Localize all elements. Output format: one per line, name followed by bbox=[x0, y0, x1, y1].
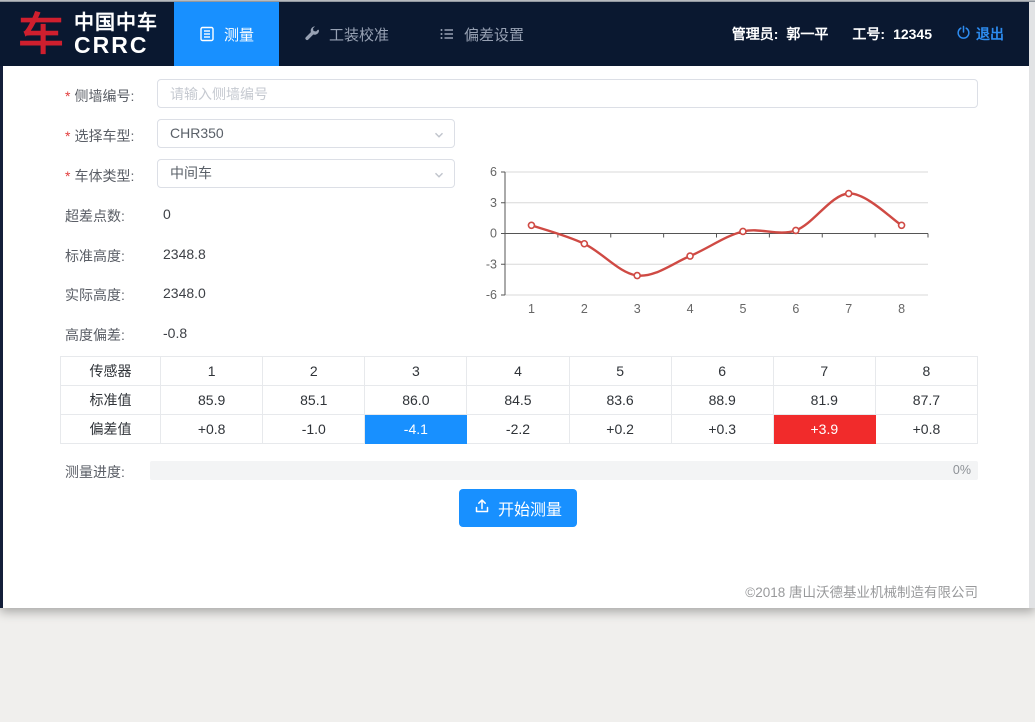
sensor-col-5: 5 bbox=[569, 357, 671, 386]
svg-text:8: 8 bbox=[898, 302, 905, 316]
required-mark: * bbox=[65, 128, 70, 144]
logout-button[interactable]: 退出 bbox=[956, 24, 1004, 44]
value-cell: 85.1 bbox=[263, 386, 365, 415]
sensor-col-8: 8 bbox=[875, 357, 977, 386]
required-mark: * bbox=[65, 88, 70, 104]
row-label-cell: 偏差值 bbox=[61, 415, 161, 444]
crrc-logo: 车 中国中车 CRRC bbox=[18, 2, 158, 66]
height-deviation-value: -0.8 bbox=[163, 325, 187, 341]
crrc-logo-emblem: 车 bbox=[18, 12, 64, 56]
body-type-label: *车体类型: bbox=[65, 166, 134, 186]
vehicle-model-value: CHR350 bbox=[170, 125, 224, 141]
standard-height-value: 2348.8 bbox=[163, 246, 206, 262]
svg-text:5: 5 bbox=[739, 302, 746, 316]
actual-height-label: 实际高度: bbox=[65, 285, 125, 305]
deviation-line-chart: 6 3 0 -3 -6 1 2 3 4 5 6 7 8 bbox=[470, 158, 990, 323]
progress-bar: 0% bbox=[150, 461, 978, 480]
sensor-col-4: 4 bbox=[467, 357, 569, 386]
document-icon bbox=[199, 26, 215, 42]
svg-text:3: 3 bbox=[490, 196, 497, 210]
svg-text:2: 2 bbox=[581, 302, 588, 316]
svg-text:6: 6 bbox=[792, 302, 799, 316]
chevron-down-icon bbox=[433, 129, 445, 141]
scrollbar[interactable] bbox=[1029, 2, 1035, 608]
logout-label: 退出 bbox=[976, 24, 1004, 44]
row-label-cell: 标准值 bbox=[61, 386, 161, 415]
wall-number-label: *侧墙编号: bbox=[65, 86, 134, 106]
tab-tooling-calibration[interactable]: 工装校准 bbox=[279, 2, 414, 66]
sensor-table: 传感器12345678标准值85.985.186.084.583.688.981… bbox=[60, 356, 978, 444]
value-cell: 85.9 bbox=[161, 386, 263, 415]
logo-text-cn: 中国中车 bbox=[74, 12, 158, 34]
value-cell: +0.8 bbox=[875, 415, 977, 444]
nav-tabs: 测量 工装校准 偏差设置 bbox=[174, 2, 549, 66]
over-tolerance-count-label: 超差点数: bbox=[65, 206, 125, 226]
required-mark: * bbox=[65, 168, 70, 184]
sensor-col-2: 2 bbox=[263, 357, 365, 386]
height-deviation-label: 高度偏差: bbox=[65, 325, 125, 345]
employee-id: 12345 bbox=[893, 26, 932, 42]
wall-number-input[interactable] bbox=[157, 79, 978, 108]
tab-measure-label: 测量 bbox=[224, 24, 254, 45]
value-cell: +0.3 bbox=[671, 415, 773, 444]
body-type-value: 中间车 bbox=[170, 165, 212, 181]
user-info: 管理员: 郭一平 工号: 12345 退出 bbox=[732, 2, 1004, 66]
value-cell: +3.9 bbox=[773, 415, 875, 444]
tab-measure[interactable]: 测量 bbox=[174, 2, 279, 66]
vehicle-model-label: *选择车型: bbox=[65, 126, 134, 146]
progress-label: 测量进度: bbox=[65, 462, 125, 482]
power-icon bbox=[956, 25, 971, 43]
sensor-col-7: 7 bbox=[773, 357, 875, 386]
sensor-col-3: 3 bbox=[365, 357, 467, 386]
employee-id-label: 工号: bbox=[852, 24, 885, 44]
value-cell: 88.9 bbox=[671, 386, 773, 415]
user-role-label: 管理员: bbox=[732, 24, 779, 44]
wrench-icon bbox=[304, 26, 320, 42]
over-tolerance-count-value: 0 bbox=[163, 206, 171, 222]
svg-text:3: 3 bbox=[634, 302, 641, 316]
copyright: ©2018 唐山沃德基业机械制造有限公司 bbox=[745, 581, 978, 601]
svg-text:7: 7 bbox=[845, 302, 852, 316]
tab-tooling-label: 工装校准 bbox=[329, 24, 389, 45]
svg-text:4: 4 bbox=[687, 302, 694, 316]
svg-text:0: 0 bbox=[490, 227, 497, 241]
sensor-header-cell: 传感器 bbox=[61, 357, 161, 386]
vehicle-model-select[interactable]: CHR350 bbox=[157, 119, 455, 148]
app-window: 车 中国中车 CRRC 测量 bbox=[0, 0, 1035, 608]
progress-percent: 0% bbox=[953, 463, 971, 477]
value-cell: +0.8 bbox=[161, 415, 263, 444]
chevron-down-icon bbox=[433, 169, 445, 181]
value-cell: -4.1 bbox=[365, 415, 467, 444]
value-cell: -1.0 bbox=[263, 415, 365, 444]
value-cell: 81.9 bbox=[773, 386, 875, 415]
upload-icon bbox=[474, 498, 490, 519]
table-header-row: 传感器12345678 bbox=[61, 357, 978, 386]
value-cell: 87.7 bbox=[875, 386, 977, 415]
svg-text:-3: -3 bbox=[486, 257, 497, 271]
value-cell: +0.2 bbox=[569, 415, 671, 444]
actual-height-value: 2348.0 bbox=[163, 285, 206, 301]
logo-text-en: CRRC bbox=[74, 34, 158, 57]
user-name: 郭一平 bbox=[786, 24, 828, 44]
svg-text:1: 1 bbox=[528, 302, 535, 316]
table-row: 标准值85.985.186.084.583.688.981.987.7 bbox=[61, 386, 978, 415]
svg-text:-6: -6 bbox=[486, 288, 497, 302]
start-measure-button[interactable]: 开始测量 bbox=[459, 489, 577, 527]
value-cell: 83.6 bbox=[569, 386, 671, 415]
start-measure-label: 开始测量 bbox=[498, 496, 562, 520]
value-cell: -2.2 bbox=[467, 415, 569, 444]
window-left-edge bbox=[0, 66, 3, 608]
standard-height-label: 标准高度: bbox=[65, 246, 125, 266]
body-type-select[interactable]: 中间车 bbox=[157, 159, 455, 188]
svg-text:6: 6 bbox=[490, 165, 497, 179]
sensor-col-6: 6 bbox=[671, 357, 773, 386]
sensor-col-1: 1 bbox=[161, 357, 263, 386]
navbar: 车 中国中车 CRRC 测量 bbox=[0, 2, 1029, 66]
tab-deviation-settings[interactable]: 偏差设置 bbox=[414, 2, 549, 66]
value-cell: 86.0 bbox=[365, 386, 467, 415]
list-icon bbox=[439, 26, 455, 42]
table-row: 偏差值+0.8-1.0-4.1-2.2+0.2+0.3+3.9+0.8 bbox=[61, 415, 978, 444]
value-cell: 84.5 bbox=[467, 386, 569, 415]
tab-deviation-label: 偏差设置 bbox=[464, 24, 524, 45]
